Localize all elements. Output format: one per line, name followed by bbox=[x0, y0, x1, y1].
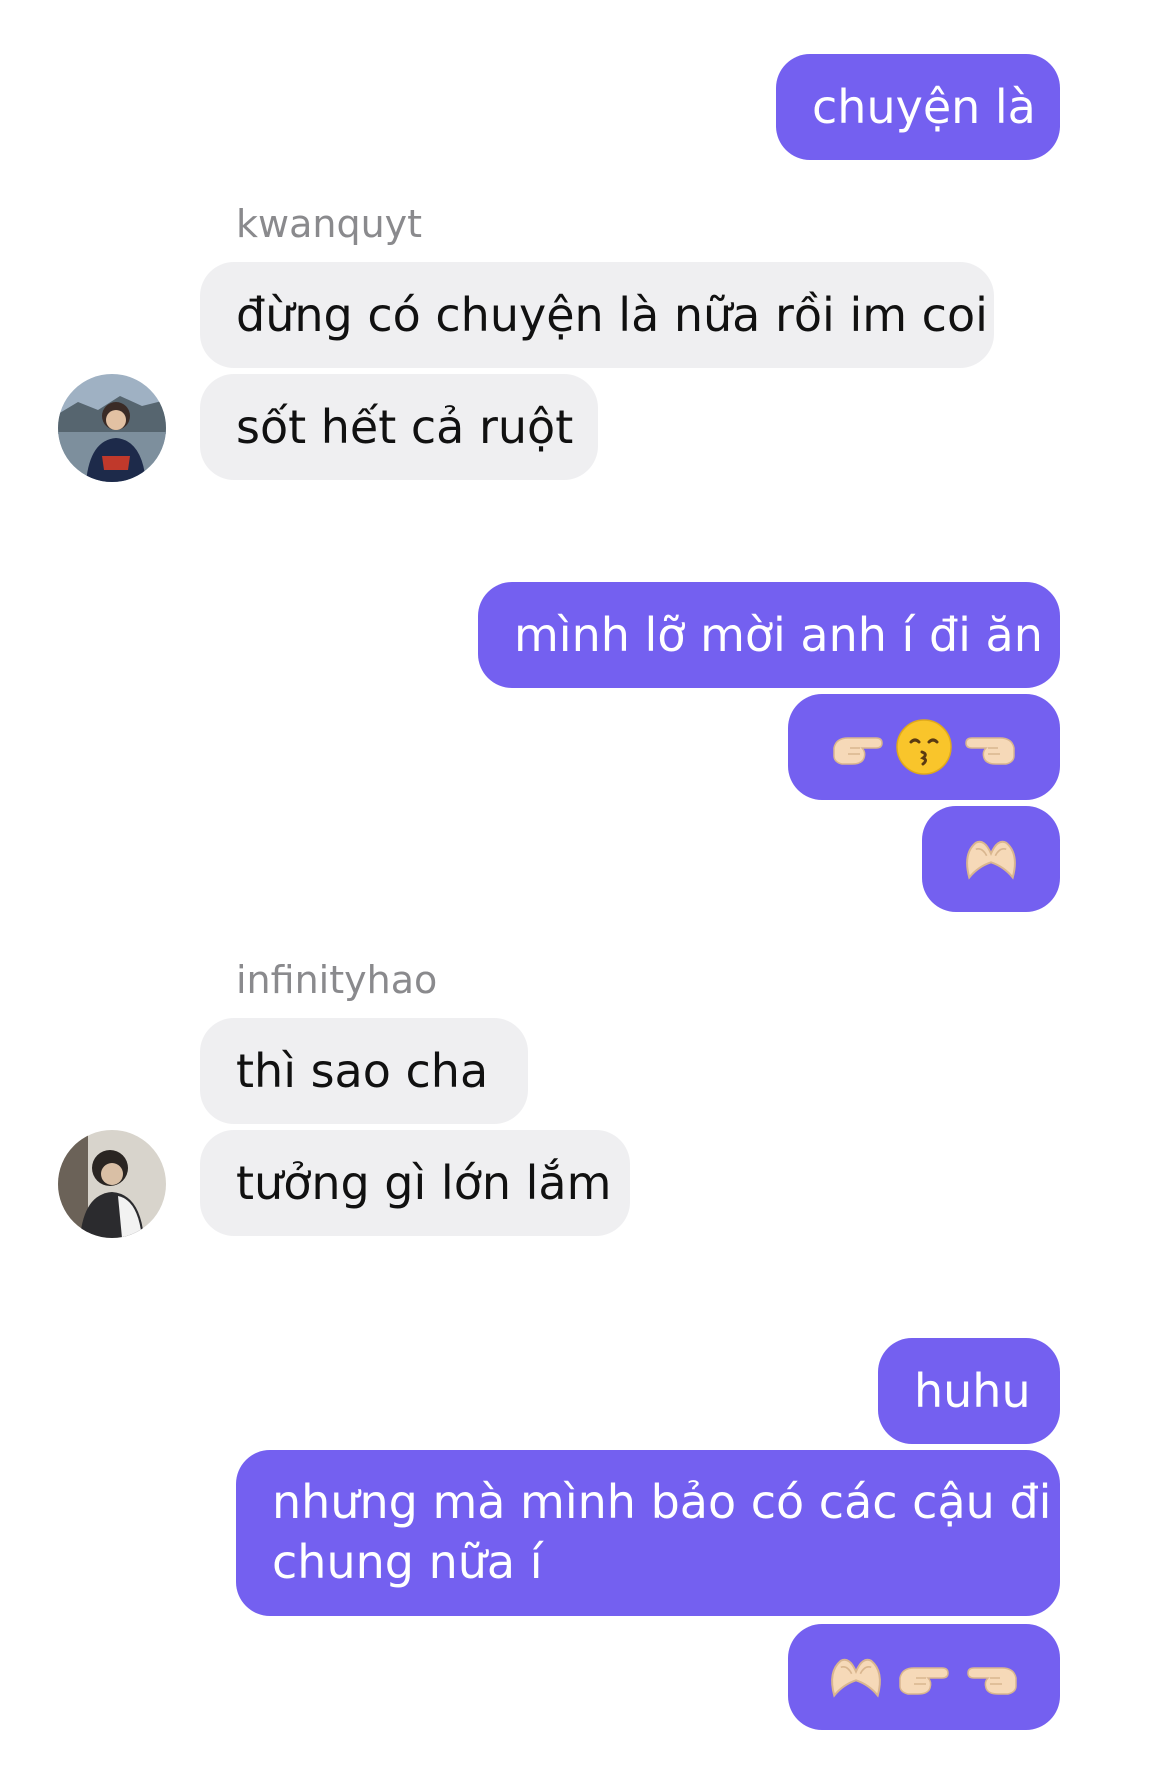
message-bubble-outgoing[interactable]: chuyện là bbox=[776, 54, 1060, 160]
message-bubble-outgoing[interactable] bbox=[788, 1624, 1060, 1730]
point-right-icon bbox=[899, 1667, 949, 1695]
message-bubble-outgoing[interactable] bbox=[788, 694, 1060, 800]
message-bubble-outgoing[interactable]: nhưng mà mình bảo có các cậu đi chung nữ… bbox=[236, 1450, 1060, 1616]
message-text-line: nhưng mà mình bảo có các cậu đi bbox=[272, 1475, 1052, 1529]
message-bubble-outgoing[interactable]: mình lỡ mời anh í đi ăn bbox=[478, 582, 1060, 688]
sender-name: infinityhao bbox=[236, 958, 438, 1002]
message-bubble-incoming[interactable]: sốt hết cả ruột bbox=[200, 374, 598, 480]
message-text: thì sao cha bbox=[236, 1044, 489, 1098]
message-bubble-incoming[interactable]: thì sao cha bbox=[200, 1018, 528, 1124]
message-bubble-outgoing[interactable]: huhu bbox=[878, 1338, 1060, 1444]
message-text: mình lỡ mời anh í đi ăn bbox=[514, 608, 1043, 662]
message-text-line: chung nữa í bbox=[272, 1535, 543, 1589]
message-bubble-outgoing[interactable] bbox=[922, 806, 1060, 912]
message-bubble-incoming[interactable]: đừng có chuyện là nữa rồi im coi bbox=[200, 262, 994, 368]
message-bubble-incoming[interactable]: tưởng gì lớn lắm bbox=[200, 1130, 630, 1236]
sender-name: kwanquyt bbox=[236, 202, 423, 246]
avatar[interactable] bbox=[58, 1130, 166, 1238]
point-left-icon bbox=[967, 1667, 1017, 1695]
heart-hands-icon bbox=[831, 1658, 881, 1697]
point-right-icon bbox=[833, 737, 883, 765]
point-left-icon bbox=[965, 737, 1015, 765]
avatar-photo-icon bbox=[58, 374, 166, 482]
avatar[interactable] bbox=[58, 374, 166, 482]
kissing-face-icon bbox=[896, 719, 952, 775]
message-text: sốt hết cả ruột bbox=[236, 400, 574, 454]
message-text: huhu bbox=[914, 1364, 1031, 1418]
message-text: chuyện là bbox=[812, 80, 1036, 134]
message-text: đừng có chuyện là nữa rồi im coi bbox=[236, 288, 988, 342]
heart-hands-icon bbox=[966, 840, 1016, 879]
avatar-photo-icon bbox=[58, 1130, 166, 1238]
message-text: tưởng gì lớn lắm bbox=[236, 1156, 612, 1210]
